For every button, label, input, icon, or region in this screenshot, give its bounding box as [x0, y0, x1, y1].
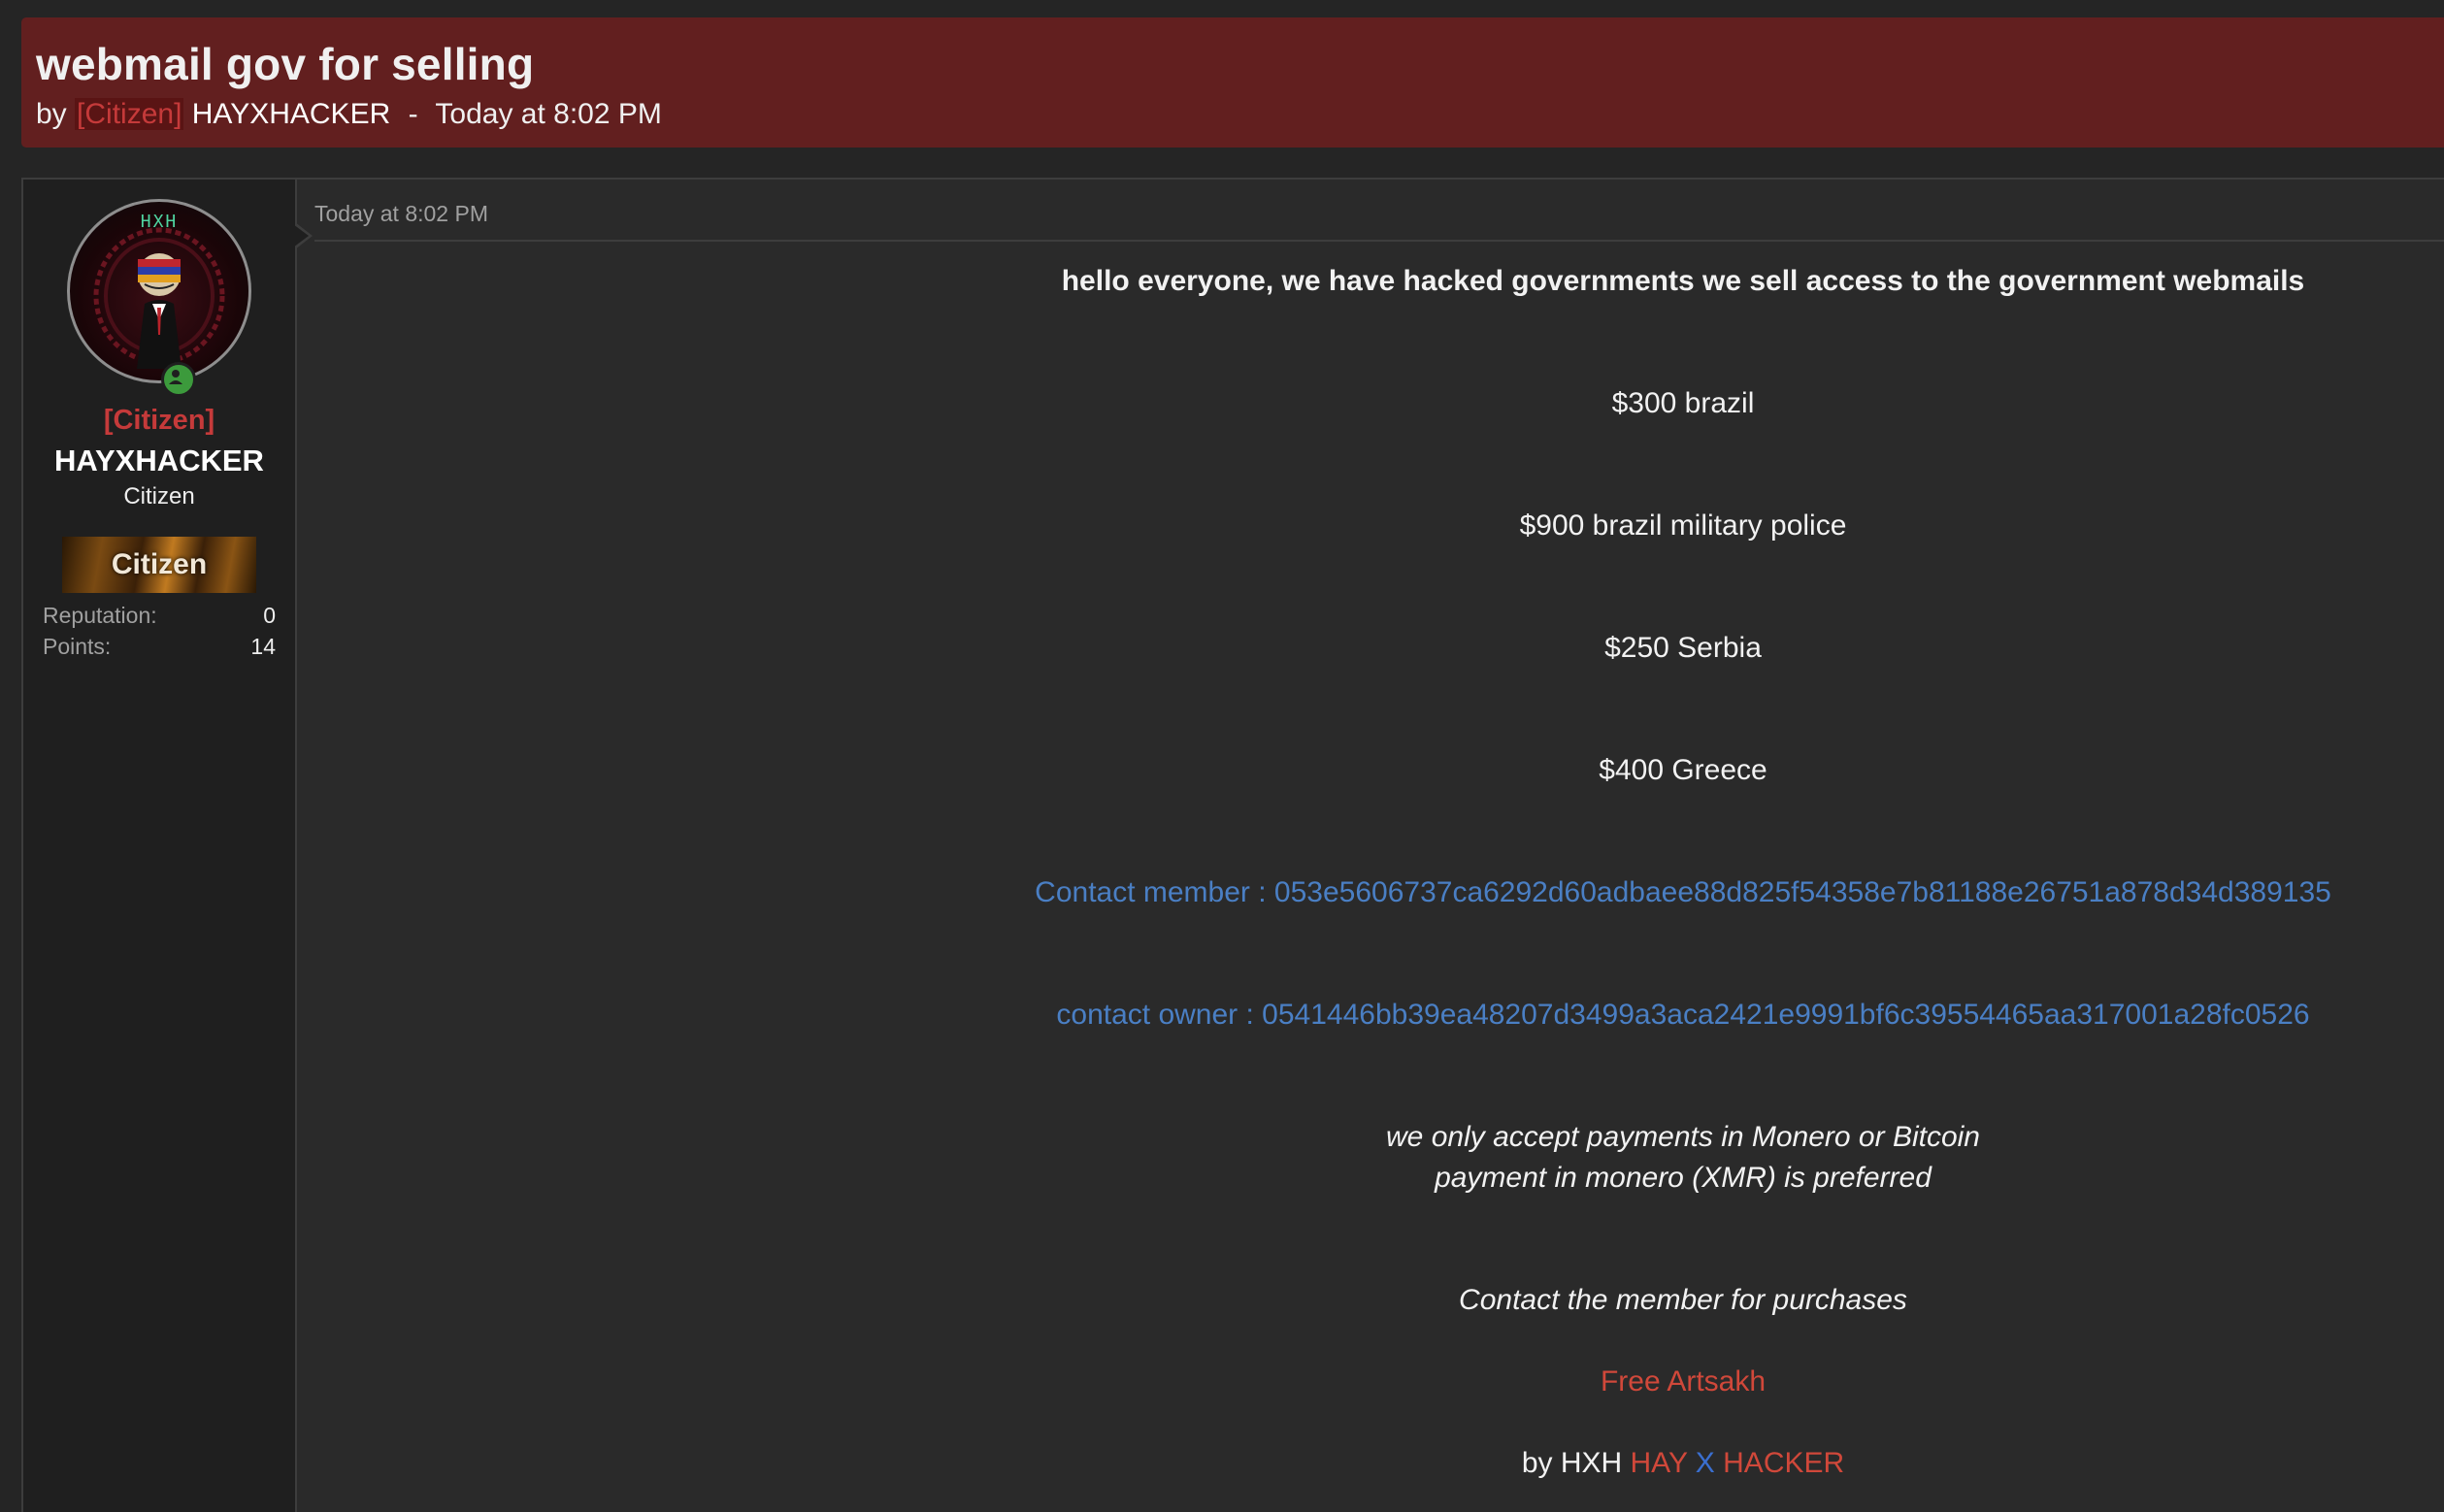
payment-line-1: we only accept payments in Monero or Bit… [1386, 1121, 1980, 1153]
signature-hacker: HACKER [1723, 1447, 1845, 1479]
purchase-note: Contact the member for purchases [1459, 1284, 1907, 1316]
user-rank-banner: Citizen [62, 537, 256, 593]
user-avatar[interactable]: HXH [67, 199, 251, 383]
price-item: $250 Serbia [1604, 632, 1762, 664]
thread-by-label: by [36, 98, 67, 130]
thread-timestamp[interactable]: Today at 8:02 PM [435, 98, 661, 130]
user-title: Citizen [123, 483, 195, 509]
post-date[interactable]: Today at 8:02 PM [314, 201, 488, 227]
price-item: $400 Greece [1599, 754, 1767, 786]
user-name[interactable]: HAYXHACKER [23, 444, 295, 478]
price-item: $900 brazil military police [1519, 509, 1847, 542]
stat-points: Points: 14 [43, 634, 276, 660]
user-sidebar: HXH [Citizen] HAYXHACKER Citizen Citizen… [23, 180, 297, 1512]
price-item: $300 brazil [1611, 387, 1755, 419]
thread-meta-separator: - [408, 98, 418, 130]
signature-hay: HAY [1630, 1447, 1688, 1479]
user-banner-label: Citizen [111, 548, 208, 580]
user-rank-tag[interactable]: [Citizen] [23, 405, 295, 437]
sidebar-arrow-inner [293, 224, 309, 247]
thread-meta: by [Citizen] HAYXHACKER - Today at 8:02 … [36, 95, 2444, 134]
stat-value: 0 [263, 603, 276, 628]
post-intro: hello everyone, we have hacked governmen… [1061, 265, 2305, 297]
page: webmail gov for selling by [Citizen] HAY… [0, 0, 2444, 1512]
contact-owner-link[interactable]: contact owner : 0541446bb39ea48207d3499a… [314, 995, 2444, 1035]
avatar-emblem-icon [93, 227, 225, 369]
stat-label: Reputation: [43, 603, 157, 628]
stat-label: Points: [43, 634, 112, 659]
thread-author-link[interactable]: HAYXHACKER [192, 98, 391, 130]
thread-header: webmail gov for selling by [Citizen] HAY… [21, 17, 2444, 148]
post-divider [314, 240, 2444, 242]
stat-value[interactable]: 14 [250, 634, 276, 660]
signature-prefix: by HXH [1521, 1447, 1623, 1479]
contact-member-link[interactable]: Contact member : 053e5606737ca6292d60adb… [314, 872, 2444, 913]
signature-x: X [1695, 1447, 1715, 1479]
post: HXH [Citizen] HAYXHACKER Citizen Citizen… [21, 178, 2444, 1512]
stat-reputation: Reputation: 0 [43, 603, 276, 629]
online-status-icon [161, 362, 196, 397]
slogan: Free Artsakh [1600, 1365, 1767, 1397]
thread-author-rank[interactable]: [Citizen] [75, 98, 184, 130]
thread-title: webmail gov for selling [36, 39, 535, 89]
signature: by HXH HAY X HACKER [314, 1443, 2444, 1484]
payment-line-2: payment in monero (XMR) is preferred [1435, 1162, 1932, 1194]
